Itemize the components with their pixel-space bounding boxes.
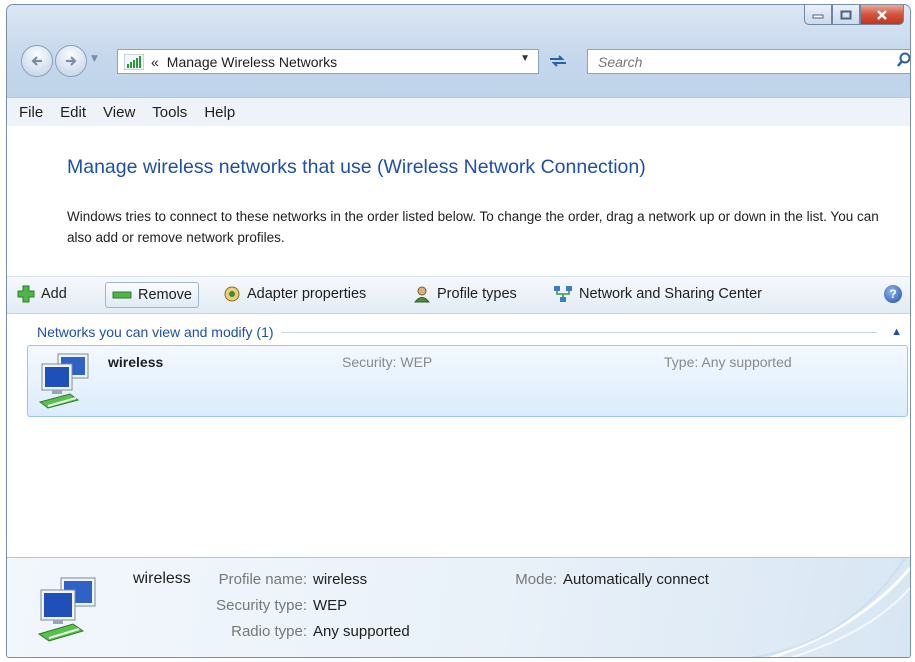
adapter-properties-label: Adapter properties [247,286,367,302]
menu-file[interactable]: File [19,104,43,121]
radio-type-value: Any supported [313,623,410,640]
security-type-label: Security type: [216,597,307,614]
network-type: Type: Any supported [664,354,792,370]
remove-button[interactable]: Remove [105,282,199,308]
profile-types-button[interactable]: Profile types [413,282,517,306]
refresh-icon [550,54,566,67]
network-sharing-center-button[interactable]: Network and Sharing Center [553,282,762,306]
network-sharing-icon [554,286,572,302]
radio-type-label: Radio type: [231,623,307,640]
forward-arrow-icon [66,56,77,66]
mode-value: Automatically connect [563,571,709,588]
breadcrumb-separator[interactable]: « [151,54,159,70]
minus-icon [112,291,132,299]
profile-name-label: Profile name: [218,571,307,588]
network-row[interactable]: wireless Security: WEP Type: Any support… [27,345,908,417]
collapse-chevron-icon[interactable]: ▲ [891,326,902,338]
maximize-button[interactable] [832,5,860,25]
menu-tools[interactable]: Tools [152,104,187,121]
close-icon [877,9,887,20]
network-security: Security: WEP [342,354,433,370]
network-name: wireless [108,354,164,370]
wireless-network-icon [38,353,89,409]
navigation-row: ▼ « Manage Wireless Networks ▼ [21,43,910,77]
close-button[interactable] [860,5,904,25]
wireless-network-icon [37,577,96,642]
security-type-value: WEP [313,597,348,614]
caption-buttons [804,5,904,25]
profile-name-value: wireless [313,571,368,588]
back-button[interactable] [21,45,53,77]
decorative-swoosh [749,558,910,657]
networks-group-header[interactable]: Networks you can view and modify (1) ▲ [37,322,902,342]
command-bar: Add Remove Adapter properties Profile ty… [7,276,910,314]
back-arrow-icon [31,56,42,66]
refresh-button[interactable] [543,49,573,72]
help-icon[interactable]: ? [884,285,902,303]
adapter-properties-button[interactable]: Adapter properties [223,282,366,306]
minimize-icon [812,14,824,18]
details-network-name: wireless [133,570,191,587]
menu-view[interactable]: View [103,104,135,121]
minimize-button[interactable] [804,5,832,25]
user-icon [413,286,431,303]
address-text[interactable]: Manage Wireless Networks [167,54,337,70]
title-bar: ▼ « Manage Wireless Networks ▼ [7,5,910,97]
recent-pages-dropdown[interactable]: ▼ [91,54,98,64]
window: ▼ « Manage Wireless Networks ▼ File Edit… [6,4,911,658]
add-button[interactable]: Add [17,282,67,306]
add-button-label: Add [41,286,67,302]
page-title: Manage wireless networks that use (Wirel… [67,156,646,178]
menu-bar: File Edit View Tools Help [7,97,910,127]
forward-button[interactable] [55,45,87,77]
profile-types-label: Profile types [437,286,517,302]
search-icon[interactable] [896,52,911,68]
menu-help[interactable]: Help [204,104,235,121]
address-dropdown-icon[interactable]: ▼ [520,53,530,64]
networks-group-label: Networks you can view and modify (1) [37,324,274,340]
menu-edit[interactable]: Edit [60,104,86,121]
search-input[interactable] [596,52,870,71]
search-box[interactable] [587,49,911,74]
details-pane: wireless Profile name: wireless Security… [7,557,910,657]
group-divider [281,331,878,333]
network-sharing-center-label: Network and Sharing Center [579,286,762,302]
address-bar[interactable]: « Manage Wireless Networks ▼ [117,49,539,74]
remove-button-label: Remove [138,287,192,303]
maximize-icon [840,10,852,19]
plus-icon [17,285,35,303]
network-icon [124,53,144,70]
mode-label: Mode: [515,571,557,588]
main-content: Manage wireless networks that use (Wirel… [7,126,910,557]
page-description: Windows tries to connect to these networ… [67,209,879,245]
adapter-settings-icon [224,286,240,302]
